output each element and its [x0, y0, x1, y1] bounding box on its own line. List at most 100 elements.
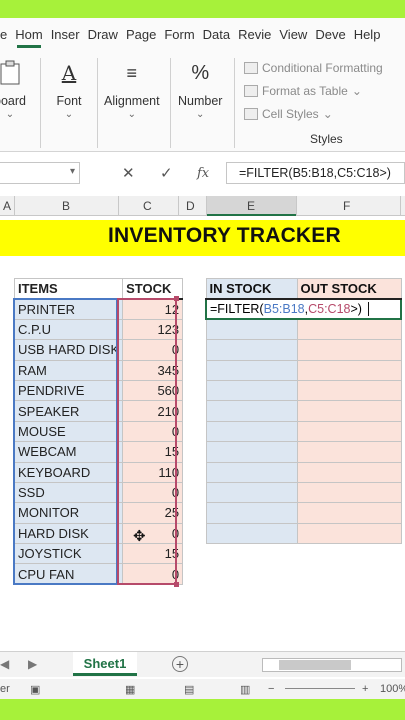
cell-styles-button[interactable]: Cell Styles ⌄ [244, 102, 383, 125]
in-stock-header[interactable]: IN STOCK [205, 277, 298, 300]
font-label: Font [56, 94, 82, 108]
column-header-e[interactable]: E [247, 199, 255, 213]
item-cell[interactable]: C.P.U [13, 318, 124, 341]
tab-help[interactable]: Help [350, 18, 385, 50]
accessibility-icon[interactable]: ▣ [30, 683, 40, 696]
stock-cell[interactable]: 0 [122, 420, 184, 443]
stock-header[interactable]: STOCK [122, 277, 184, 300]
stock-cell[interactable]: 25 [122, 502, 184, 524]
stock-cell[interactable]: 0 [122, 563, 184, 585]
normal-view-icon[interactable]: ▦ [125, 683, 135, 696]
out-stock-cell[interactable] [296, 379, 402, 402]
item-cell[interactable]: WEBCAM [13, 441, 124, 463]
column-header-c[interactable]: C [143, 199, 152, 213]
zoom-level[interactable]: 100% [380, 683, 405, 695]
column-header-d[interactable]: D [186, 199, 195, 213]
tab-home[interactable]: Hom [11, 18, 46, 50]
items-header[interactable]: ITEMS [13, 277, 124, 300]
out-stock-cell[interactable] [296, 481, 402, 504]
item-cell[interactable]: PENDRIVE [13, 379, 124, 402]
column-header-a[interactable]: A [3, 199, 11, 213]
item-cell[interactable]: SSD [13, 481, 124, 504]
tab-formulas[interactable]: Form [160, 18, 198, 50]
alignment-group[interactable]: ≡ Alignment ⌄ [104, 58, 160, 121]
out-stock-cell[interactable] [296, 359, 402, 381]
out-stock-cell[interactable] [296, 420, 402, 443]
item-cell[interactable]: JOYSTICK [13, 543, 124, 565]
font-group[interactable]: A Font ⌄ [54, 58, 84, 120]
scroll-left-icon[interactable]: ◀ [0, 657, 9, 671]
stock-cell[interactable]: 123 [122, 318, 184, 341]
fx-icon[interactable]: fx [197, 166, 209, 181]
stock-cell[interactable]: 0 [122, 339, 184, 361]
item-cell[interactable]: MONITOR [13, 502, 124, 524]
tab-view[interactable]: View [275, 18, 311, 50]
stock-cell[interactable]: 0 [122, 522, 184, 545]
in-stock-cell[interactable] [205, 400, 298, 422]
tab-page-layout[interactable]: Page [122, 18, 160, 50]
in-stock-cell[interactable] [205, 359, 298, 381]
tab-file[interactable]: e [0, 18, 11, 50]
stock-cell[interactable]: 110 [122, 461, 184, 483]
in-stock-cell[interactable] [205, 441, 298, 463]
stock-cell[interactable]: 12 [122, 298, 184, 320]
in-stock-cell[interactable] [205, 481, 298, 504]
item-cell[interactable]: RAM [13, 359, 124, 381]
stock-cell[interactable]: 0 [122, 481, 184, 504]
stock-cell[interactable]: 345 [122, 359, 184, 381]
number-group[interactable]: % Number ⌄ [178, 58, 222, 121]
in-stock-cell[interactable] [205, 379, 298, 402]
in-stock-cell[interactable] [205, 318, 298, 341]
scrollbar-thumb[interactable] [279, 660, 351, 670]
tab-review[interactable]: Revie [234, 18, 275, 50]
item-cell[interactable]: KEYBOARD [13, 461, 124, 483]
zoom-slider[interactable] [285, 688, 355, 689]
add-sheet-icon[interactable]: + [172, 656, 188, 672]
in-stock-cell[interactable] [205, 502, 298, 524]
out-stock-cell[interactable] [296, 461, 402, 483]
item-cell[interactable]: PRINTER [13, 298, 124, 320]
stock-cell[interactable]: 15 [122, 441, 184, 463]
page-break-view-icon[interactable]: ▥ [240, 683, 250, 696]
enter-icon[interactable]: ✓ [160, 164, 173, 182]
tab-insert[interactable]: Inser [47, 18, 84, 50]
sheet-title[interactable]: INVENTORY TRACKER [108, 224, 341, 248]
out-stock-cell[interactable] [296, 339, 402, 361]
editing-cell[interactable]: =FILTER(B5:B18,C5:C18>) [205, 297, 402, 321]
column-header-f[interactable]: F [343, 199, 350, 213]
item-cell[interactable]: HARD DISK [13, 522, 124, 545]
out-stock-cell[interactable] [296, 522, 402, 545]
out-stock-header[interactable]: OUT STOCK [296, 277, 402, 300]
conditional-formatting-button[interactable]: Conditional Formatting [244, 56, 383, 79]
column-header-b[interactable]: B [62, 199, 70, 213]
tab-data[interactable]: Data [199, 18, 234, 50]
out-stock-cell[interactable] [296, 318, 402, 341]
stock-cell[interactable]: 210 [122, 400, 184, 422]
clipboard-group[interactable]: board ⌄ [0, 58, 26, 120]
item-cell[interactable]: MOUSE [13, 420, 124, 443]
tab-developer[interactable]: Deve [311, 18, 349, 50]
cancel-icon[interactable]: ✕ [122, 164, 135, 182]
out-stock-cell[interactable] [296, 502, 402, 524]
horizontal-scrollbar[interactable] [262, 658, 402, 672]
format-as-table-button[interactable]: Format as Table ⌄ [244, 79, 383, 102]
in-stock-cell[interactable] [205, 522, 298, 545]
in-stock-cell[interactable] [205, 420, 298, 443]
zoom-in-icon[interactable]: + [362, 683, 368, 695]
in-stock-cell[interactable] [205, 339, 298, 361]
scroll-right-icon[interactable]: ▶ [28, 657, 37, 671]
item-cell[interactable]: USB HARD DISK [13, 339, 124, 361]
item-cell[interactable]: SPEAKER [13, 400, 124, 422]
out-stock-cell[interactable] [296, 400, 402, 422]
stock-cell[interactable]: 15 [122, 543, 184, 565]
stock-cell[interactable]: 560 [122, 379, 184, 402]
page-layout-view-icon[interactable]: ▤ [184, 683, 194, 696]
in-stock-cell[interactable] [205, 461, 298, 483]
tab-draw[interactable]: Draw [84, 18, 122, 50]
formula-input[interactable]: =FILTER(B5:B18,C5:C18>) [226, 162, 405, 184]
sheet-tab-sheet1[interactable]: Sheet1 [73, 652, 137, 676]
name-box[interactable]: ▾ [0, 162, 80, 184]
zoom-out-icon[interactable]: − [268, 683, 274, 695]
item-cell[interactable]: CPU FAN [13, 563, 124, 585]
out-stock-cell[interactable] [296, 441, 402, 463]
